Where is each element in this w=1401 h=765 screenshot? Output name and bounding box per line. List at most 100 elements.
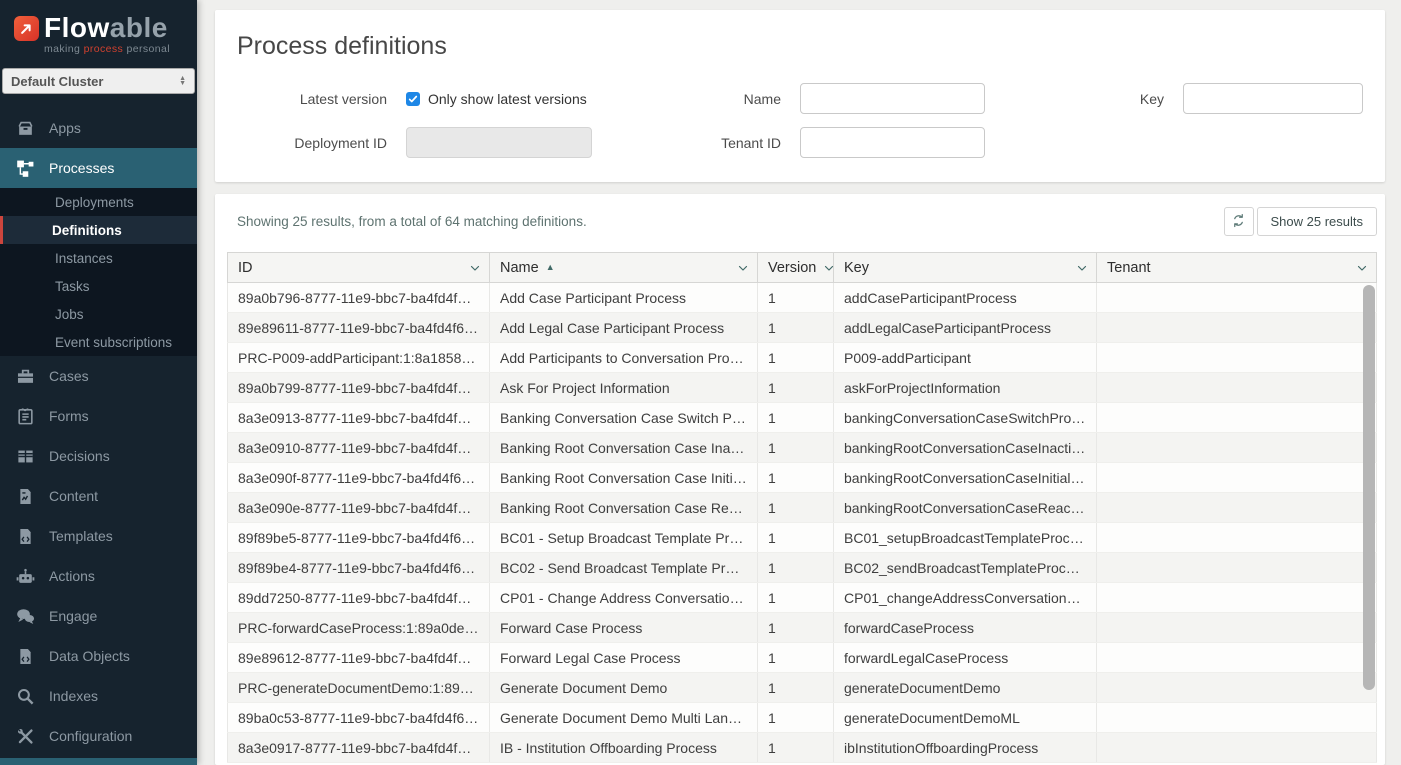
cell-tenant[interactable] — [1097, 583, 1377, 613]
cell-key[interactable]: CP01_changeAddressConversationalPr... — [834, 583, 1097, 613]
sidebar-item-processes[interactable]: Processes — [0, 148, 197, 188]
table-row[interactable]: 8a3e0913-8777-11e9-bbc7-ba4fd4f67fdcBank… — [228, 403, 1377, 433]
cell-version[interactable]: 1 — [758, 463, 834, 493]
cell-id[interactable]: PRC-generateDocumentDemo:1:89ba0c... — [228, 673, 490, 703]
cell-name[interactable]: Banking Root Conversation Case Initia... — [490, 463, 758, 493]
table-row[interactable]: PRC-forwardCaseProcess:1:89a0deaa-8...Fo… — [228, 613, 1377, 643]
column-header-version[interactable]: Version — [758, 253, 834, 283]
cell-tenant[interactable] — [1097, 283, 1377, 313]
table-scrollbar-thumb[interactable] — [1363, 285, 1375, 690]
column-header-name[interactable]: Name▲ — [490, 253, 758, 283]
column-header-id[interactable]: ID — [228, 253, 490, 283]
cell-key[interactable]: ibInstitutionOffboardingProcess — [834, 733, 1097, 763]
table-scrollbar[interactable] — [1363, 285, 1375, 762]
cell-tenant[interactable] — [1097, 493, 1377, 523]
cell-key[interactable]: generateDocumentDemo — [834, 673, 1097, 703]
cell-name[interactable]: Forward Legal Case Process — [490, 643, 758, 673]
table-row[interactable]: 89f89be5-8777-11e9-bbc7-ba4fd4f67fdcBC01… — [228, 523, 1377, 553]
cell-id[interactable]: 8a3e090e-8777-11e9-bbc7-ba4fd4f67fdc — [228, 493, 490, 523]
sidebar-subitem-instances[interactable]: Instances — [0, 244, 197, 272]
cell-version[interactable]: 1 — [758, 523, 834, 553]
sidebar-item-configuration[interactable]: Configuration — [0, 716, 197, 756]
cell-id[interactable]: 8a3e090f-8777-11e9-bbc7-ba4fd4f67fdc — [228, 463, 490, 493]
cell-id[interactable]: 89e89611-8777-11e9-bbc7-ba4fd4f67fdc — [228, 313, 490, 343]
cell-name[interactable]: Banking Root Conversation Case Inacti... — [490, 433, 758, 463]
cell-tenant[interactable] — [1097, 463, 1377, 493]
cell-tenant[interactable] — [1097, 433, 1377, 463]
cell-key[interactable]: P009-addParticipant — [834, 343, 1097, 373]
show-results-button[interactable]: Show 25 results — [1257, 207, 1378, 236]
cell-version[interactable]: 1 — [758, 673, 834, 703]
cell-key[interactable]: bankingRootConversationCaseInitializ... — [834, 463, 1097, 493]
sidebar-item-templates[interactable]: Templates — [0, 516, 197, 556]
cell-version[interactable]: 1 — [758, 373, 834, 403]
table-row[interactable]: 8a3e090f-8777-11e9-bbc7-ba4fd4f67fdcBank… — [228, 463, 1377, 493]
cell-key[interactable]: addLegalCaseParticipantProcess — [834, 313, 1097, 343]
cell-name[interactable]: Ask For Project Information — [490, 373, 758, 403]
cell-key[interactable]: BC02_sendBroadcastTemplateProcess — [834, 553, 1097, 583]
sidebar-item-indexes[interactable]: Indexes — [0, 676, 197, 716]
cell-tenant[interactable] — [1097, 703, 1377, 733]
cell-key[interactable]: bankingConversationCaseSwitchProcess — [834, 403, 1097, 433]
cell-id[interactable]: 89f89be5-8777-11e9-bbc7-ba4fd4f67fdc — [228, 523, 490, 553]
cell-name[interactable]: Add Legal Case Participant Process — [490, 313, 758, 343]
sidebar-subitem-deployments[interactable]: Deployments — [0, 188, 197, 216]
table-row[interactable]: 8a3e0910-8777-11e9-bbc7-ba4fd4f67fdcBank… — [228, 433, 1377, 463]
table-row[interactable]: 89dd7250-8777-11e9-bbc7-ba4fd4f67fdcCP01… — [228, 583, 1377, 613]
cell-name[interactable]: IB - Institution Offboarding Process — [490, 733, 758, 763]
cell-tenant[interactable] — [1097, 613, 1377, 643]
cell-tenant[interactable] — [1097, 403, 1377, 433]
sidebar-item-engage[interactable]: Engage — [0, 596, 197, 636]
cell-id[interactable]: 8a3e0910-8777-11e9-bbc7-ba4fd4f67fdc — [228, 433, 490, 463]
cell-tenant[interactable] — [1097, 553, 1377, 583]
cell-tenant[interactable] — [1097, 343, 1377, 373]
cell-key[interactable]: BC01_setupBroadcastTemplateProcess — [834, 523, 1097, 553]
cluster-select[interactable]: Default Cluster ▲▼ — [2, 68, 195, 94]
cell-version[interactable]: 1 — [758, 643, 834, 673]
sidebar-subitem-definitions[interactable]: Definitions — [0, 216, 197, 244]
cell-id[interactable]: PRC-forwardCaseProcess:1:89a0deaa-8... — [228, 613, 490, 643]
cell-tenant[interactable] — [1097, 373, 1377, 403]
column-header-key[interactable]: Key — [834, 253, 1097, 283]
sidebar-subitem-jobs[interactable]: Jobs — [0, 300, 197, 328]
cell-name[interactable]: BC01 - Setup Broadcast Template Proc... — [490, 523, 758, 553]
cell-id[interactable]: PRC-P009-addParticipant:1:8a18582c-8... — [228, 343, 490, 373]
cell-key[interactable]: bankingRootConversationCaseReactiv... — [834, 493, 1097, 523]
cell-version[interactable]: 1 — [758, 433, 834, 463]
cell-id[interactable]: 89ba0c53-8777-11e9-bbc7-ba4fd4f67fdc — [228, 703, 490, 733]
cell-name[interactable]: BC02 - Send Broadcast Template Proce... — [490, 553, 758, 583]
table-row[interactable]: 89ba0c53-8777-11e9-bbc7-ba4fd4f67fdcGene… — [228, 703, 1377, 733]
refresh-button[interactable] — [1224, 207, 1254, 236]
cell-version[interactable]: 1 — [758, 283, 834, 313]
sidebar-subitem-event-subscriptions[interactable]: Event subscriptions — [0, 328, 197, 356]
cell-version[interactable]: 1 — [758, 613, 834, 643]
cell-id[interactable]: 89f89be4-8777-11e9-bbc7-ba4fd4f67fdc — [228, 553, 490, 583]
table-row[interactable]: 89a0b796-8777-11e9-bbc7-ba4fd4f67fdcAdd … — [228, 283, 1377, 313]
sidebar-item-data-objects[interactable]: Data Objects — [0, 636, 197, 676]
cell-id[interactable]: 89a0b799-8777-11e9-bbc7-ba4fd4f67fdc — [228, 373, 490, 403]
cell-tenant[interactable] — [1097, 523, 1377, 553]
cell-key[interactable]: generateDocumentDemoML — [834, 703, 1097, 733]
cell-name[interactable]: Add Participants to Conversation Proc... — [490, 343, 758, 373]
cell-version[interactable]: 1 — [758, 343, 834, 373]
sidebar-item-apps[interactable]: Apps — [0, 108, 197, 148]
table-row[interactable]: PRC-generateDocumentDemo:1:89ba0c...Gene… — [228, 673, 1377, 703]
chevron-down-icon[interactable] — [823, 262, 835, 274]
cell-key[interactable]: forwardCaseProcess — [834, 613, 1097, 643]
cell-key[interactable]: askForProjectInformation — [834, 373, 1097, 403]
chevron-down-icon[interactable] — [1076, 262, 1088, 274]
cell-name[interactable]: Forward Case Process — [490, 613, 758, 643]
cell-id[interactable]: 89e89612-8777-11e9-bbc7-ba4fd4f67fdc — [228, 643, 490, 673]
table-row[interactable]: 89e89612-8777-11e9-bbc7-ba4fd4f67fdcForw… — [228, 643, 1377, 673]
cell-version[interactable]: 1 — [758, 493, 834, 523]
cell-tenant[interactable] — [1097, 313, 1377, 343]
table-row[interactable]: 8a3e0917-8777-11e9-bbc7-ba4fd4f67fdcIB -… — [228, 733, 1377, 763]
sidebar-subitem-tasks[interactable]: Tasks — [0, 272, 197, 300]
cell-version[interactable]: 1 — [758, 553, 834, 583]
cell-id[interactable]: 8a3e0913-8777-11e9-bbc7-ba4fd4f67fdc — [228, 403, 490, 433]
key-input[interactable] — [1183, 83, 1363, 114]
table-row[interactable]: 89f89be4-8777-11e9-bbc7-ba4fd4f67fdcBC02… — [228, 553, 1377, 583]
cell-id[interactable]: 89a0b796-8777-11e9-bbc7-ba4fd4f67fdc — [228, 283, 490, 313]
column-header-tenant[interactable]: Tenant — [1097, 253, 1377, 283]
cell-key[interactable]: forwardLegalCaseProcess — [834, 643, 1097, 673]
